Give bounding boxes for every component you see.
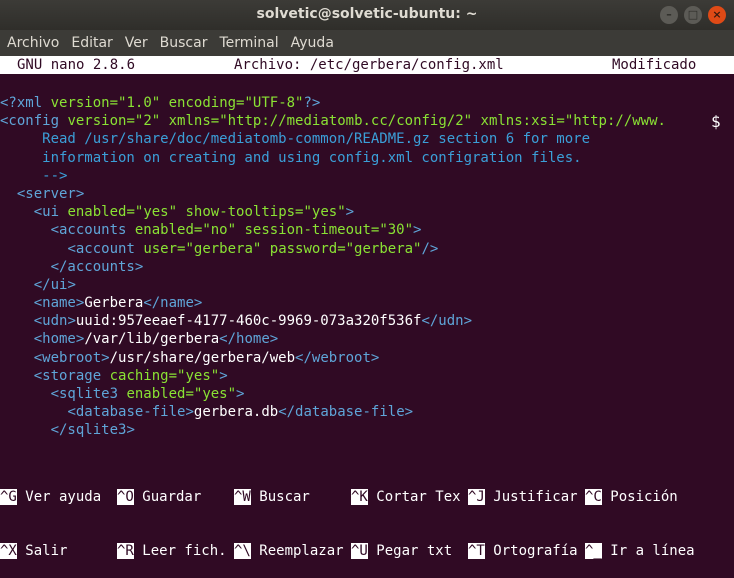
shortcut-guardar[interactable]: ^O Guardar [117, 488, 201, 506]
editor-line: </accounts> [50, 258, 144, 275]
menu-ayuda[interactable]: Ayuda [285, 30, 340, 56]
shortcut-key: ^T [468, 543, 485, 559]
shortcut-pegar-txt[interactable]: ^U Pegar txt [351, 542, 452, 560]
shortcut-key: ^R [117, 543, 134, 559]
shortcut-label: Justificar [484, 489, 578, 505]
menu-buscar[interactable]: Buscar [154, 30, 214, 56]
shortcut-key: ^J [468, 489, 485, 505]
shortcut-key: ^O [117, 489, 134, 505]
shortcut-key: ^U [351, 543, 368, 559]
shortcut-key: ^W [234, 489, 251, 505]
editor-line: <database-file>gerbera.db</database-file… [67, 404, 414, 421]
shortcut-label: Buscar [250, 489, 310, 505]
editor-line: <?xml version="1.0" encoding="UTF-8"?> [0, 95, 321, 111]
shortcut-label: Ver ayuda [16, 489, 102, 505]
shortcut-key: ^\ [234, 543, 251, 559]
editor-line: <udn>uuid:957eeaef-4177-460c-9969-073a32… [33, 313, 473, 330]
editor-line: <accounts enabled="no" session-timeout="… [50, 222, 422, 239]
nano-shortcuts: ^G Ver ayuda ^O Guardar ^W Buscar ^K Cortar… [0, 452, 734, 578]
editor-line: <server> [16, 185, 85, 202]
shortcut-leer-fich-[interactable]: ^R Leer fich. [117, 542, 227, 560]
nano-header: GNU nano 2.8.6 Archivo: /etc/gerbera/con… [0, 56, 734, 74]
editor-line: <ui enabled="yes" show-tooltips="yes"> [33, 204, 355, 221]
shortcut-ver-ayuda[interactable]: ^G Ver ayuda [0, 488, 101, 506]
shortcut-key: ^X [0, 543, 17, 559]
menu-terminal[interactable]: Terminal [213, 30, 284, 56]
shortcut-label: Reemplazar [250, 543, 344, 559]
nano-filename: Archivo: /etc/gerbera/config.xml [234, 57, 504, 73]
maximize-button[interactable]: □ [684, 6, 702, 24]
editor-line: <config version="2" xmlns="http://mediat… [0, 113, 666, 130]
menu-editar[interactable]: Editar [65, 30, 118, 56]
editor-line: information on creating and using config… [0, 149, 582, 166]
shortcut-key: ^G [0, 489, 17, 505]
editor-line: <name>Gerbera</name> [33, 295, 203, 312]
nano-status: Modificado [612, 57, 697, 73]
editor-line: </sqlite3> [50, 422, 135, 439]
editor-line: <account user="gerbera" password="gerber… [67, 240, 439, 257]
editor-line: <webroot>/usr/share/gerbera/web</webroot… [33, 349, 380, 366]
editor-line: </ui> [33, 276, 76, 293]
shortcut-salir[interactable]: ^X Salir [0, 542, 67, 560]
window-titlebar: solvetic@solvetic-ubuntu: ~ – □ × [0, 0, 734, 30]
shortcut-label: Cortar Tex [367, 489, 461, 505]
shortcut-label: Pegar txt [367, 543, 453, 559]
shortcut-label: Ir a línea [601, 543, 695, 559]
menu-archivo[interactable]: Archivo [0, 30, 65, 56]
shortcut-justificar[interactable]: ^J Justificar [468, 488, 578, 506]
editor-line: <storage caching="yes"> [33, 367, 228, 384]
editor-line: <home>/var/lib/gerbera</home> [33, 331, 279, 348]
close-button[interactable]: × [708, 6, 726, 24]
minimize-button[interactable]: – [660, 6, 678, 24]
editor-line: --> [0, 167, 68, 184]
shortcut-reemplazar[interactable]: ^\ Reemplazar [234, 542, 344, 560]
shortcut-key: ^_ [585, 543, 602, 559]
nano-version: GNU nano 2.8.6 [17, 57, 136, 73]
shortcut-label: Salir [16, 543, 68, 559]
line-overflow-marker: $ [711, 112, 721, 131]
shortcut-label: Posición [601, 489, 678, 505]
shortcut-label: Guardar [133, 489, 202, 505]
shortcut-ortograf-a[interactable]: ^T Ortografía [468, 542, 578, 560]
window-title: solvetic@solvetic-ubuntu: ~ [256, 6, 478, 22]
shortcut-buscar[interactable]: ^W Buscar [234, 488, 310, 506]
shortcut-key: ^C [585, 489, 602, 505]
menu-ver[interactable]: Ver [119, 30, 154, 56]
shortcut-label: Leer fich. [133, 543, 227, 559]
shortcut-ir-a-l-nea[interactable]: ^_ Ir a línea [585, 542, 695, 560]
editor-line: Read /usr/share/doc/mediatomb-common/REA… [0, 131, 591, 148]
shortcut-posici-n[interactable]: ^C Posición [585, 488, 678, 506]
shortcut-key: ^K [351, 489, 368, 505]
menu-bar: Archivo Editar Ver Buscar Terminal Ayuda [0, 30, 734, 56]
editor-line: <sqlite3 enabled="yes"> [50, 386, 245, 402]
editor-text-area[interactable]: <?xml version="1.0" encoding="UTF-8"?> <c… [0, 94, 734, 440]
shortcut-label: Ortografía [484, 543, 578, 559]
shortcut-cortar-tex[interactable]: ^K Cortar Tex [351, 488, 461, 506]
